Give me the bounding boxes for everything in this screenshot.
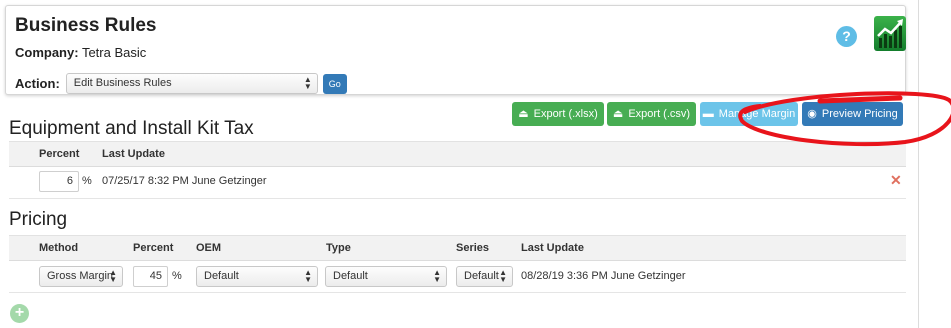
percent-unit: % [172,270,182,282]
oem-select[interactable]: Default ▲ ▼ [196,266,318,287]
type-select-value: Default [333,270,368,282]
company-name: Tetra Basic [81,45,147,60]
series-select-value: Default [464,270,499,282]
column-header-percent: Percent [39,148,80,160]
select-arrows-icon: ▲ ▼ [499,268,507,284]
column-header-series: Series [456,242,490,254]
action-select[interactable]: Edit Business Rules ▲ ▼ [65,73,318,94]
plus-circle-icon[interactable]: + [10,304,29,323]
action-label: Action: [15,76,60,91]
header-panel: Business Rules Company: Tetra Basic Acti… [5,5,906,95]
method-select-value: Gross Margin [47,270,114,282]
pricing-percent-input[interactable]: 45 [133,266,168,287]
column-header-type: Type [326,242,351,254]
column-header-method: Method [39,242,79,254]
export-csv-label: Export (.csv) [628,108,691,120]
preview-pricing-label: Preview Pricing [821,108,898,120]
pricing-table-header: Method Percent OEM Type Series Last Upda… [9,235,906,261]
manage-margin-label: Manage Margin [718,108,796,120]
method-select[interactable]: Gross Margin ▲ ▼ [39,266,123,287]
row-divider [9,292,906,293]
export-xlsx-button[interactable]: ⏏ Export (.xlsx) [512,102,604,126]
equipment-percent-input[interactable]: 6 [39,171,79,192]
briefcase-icon: ▬ [702,108,714,120]
row-divider [9,198,906,199]
help-icon[interactable]: ? [836,26,857,47]
preview-pricing-button[interactable]: ◉ Preview Pricing [802,102,903,126]
page-title: Business Rules [15,15,157,36]
column-header-oem: OEM [196,242,222,254]
scrollbar-track [918,0,919,328]
column-header-percent: Percent [133,242,174,254]
column-header-last-update: Last Update [521,242,584,254]
company-row: Company: Tetra Basic [15,45,146,60]
equipment-section-title: Equipment and Install Kit Tax [9,118,254,139]
percent-unit: % [82,175,92,187]
chart-trend-logo-icon [874,16,906,51]
download-tray-icon: ⏏ [612,108,624,120]
column-header-last-update: Last Update [102,148,165,160]
series-select[interactable]: Default ▲ ▼ [456,266,513,287]
download-tray-icon: ⏏ [518,108,529,120]
select-arrows-icon: ▲ ▼ [304,268,312,284]
select-arrows-icon: ▲ ▼ [433,268,441,284]
close-icon[interactable]: ✕ [890,172,902,189]
company-label: Company: [15,45,79,60]
select-arrows-icon: ▲ ▼ [303,75,312,91]
select-arrows-icon: ▲ ▼ [109,268,117,284]
oem-select-value: Default [204,270,239,282]
manage-margin-button[interactable]: ▬ Manage Margin [700,102,798,126]
go-button[interactable]: Go [322,73,347,94]
action-select-value: Edit Business Rules [73,77,172,89]
pricing-last-update: 08/28/19 3:36 PM June Getzinger [521,270,686,282]
equipment-table-header: Percent Last Update [9,141,906,167]
action-row: Action: Edit Business Rules ▲ ▼ Go [15,73,347,94]
export-csv-button[interactable]: ⏏ Export (.csv) [607,102,696,126]
equipment-last-update: 07/25/17 8:32 PM June Getzinger [102,175,267,187]
pricing-section-title: Pricing [9,209,68,230]
export-xlsx-label: Export (.xlsx) [533,108,598,120]
eye-icon: ◉ [807,108,817,120]
type-select[interactable]: Default ▲ ▼ [325,266,447,287]
